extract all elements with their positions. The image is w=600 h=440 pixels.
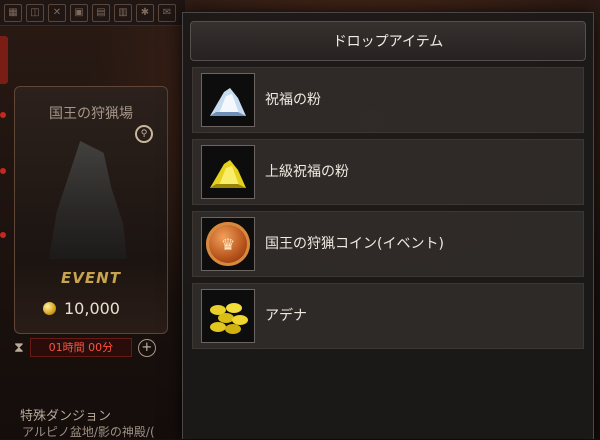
advanced-blessing-powder-icon xyxy=(201,145,255,199)
panel-title: ドロップアイテム xyxy=(190,21,586,61)
add-time-button[interactable]: + xyxy=(137,338,156,357)
footer-line1: 特殊ダンジョン xyxy=(20,409,112,424)
drop-item[interactable]: ♛ 国王の狩猟コイン(イベント) xyxy=(192,211,584,277)
sword-icon[interactable]: ✕ xyxy=(48,3,66,22)
adena-coins-icon xyxy=(201,289,255,343)
event-label: EVENT xyxy=(61,269,121,287)
menu-icon[interactable]: ▦ xyxy=(4,3,22,22)
item-name: 祝福の粉 xyxy=(265,92,321,108)
coin-icon xyxy=(43,302,56,315)
card-title: 国王の狩猟場 xyxy=(49,106,133,122)
price: 10,000 xyxy=(43,299,120,318)
item-name: 国王の狩猟コイン(イベント) xyxy=(265,236,444,252)
top-icon-bar: ▦ ◫ ✕ ▣ ▤ ▥ ✱ ✉ xyxy=(0,0,185,26)
hourglass-icon: ⧗ xyxy=(14,339,24,356)
king-hunting-coin-icon: ♛ xyxy=(201,217,255,271)
drop-item[interactable]: 上級祝福の粉 xyxy=(192,139,584,205)
gear-icon[interactable]: ✱ xyxy=(136,3,154,22)
item-name: アデナ xyxy=(265,308,307,324)
timer-value: 01時間 00分 xyxy=(29,338,132,357)
statue-image xyxy=(49,141,127,259)
footer-line2: アルピノ盆地/影の神殿/( xyxy=(22,425,155,439)
timer-row: ⧗ 01時間 00分 + xyxy=(14,338,156,357)
dungeon-card[interactable]: 国王の狩猟場 ⚲ EVENT 10,000 xyxy=(14,86,168,334)
drop-item[interactable]: 祝福の粉 xyxy=(192,67,584,133)
drop-item[interactable]: アデナ xyxy=(192,283,584,349)
book-icon[interactable]: ▤ xyxy=(92,3,110,22)
item-name: 上級祝福の粉 xyxy=(265,164,349,180)
notification-dot xyxy=(0,232,6,238)
grid-icon[interactable]: ◫ xyxy=(26,3,44,22)
bag-icon[interactable]: ▣ xyxy=(70,3,88,22)
side-tab[interactable] xyxy=(0,36,8,84)
search-icon[interactable]: ⚲ xyxy=(135,125,153,143)
notification-dot xyxy=(0,112,6,118)
mail-icon[interactable]: ✉ xyxy=(158,3,176,22)
blessing-powder-icon xyxy=(201,73,255,127)
scroll-icon[interactable]: ▥ xyxy=(114,3,132,22)
drop-items-panel: ドロップアイテム 祝福の粉 上級祝福の粉 ♛ 国王の狩猟コイン(イベント) アデ… xyxy=(182,12,594,439)
price-value: 10,000 xyxy=(64,299,120,318)
notification-dot xyxy=(0,168,6,174)
